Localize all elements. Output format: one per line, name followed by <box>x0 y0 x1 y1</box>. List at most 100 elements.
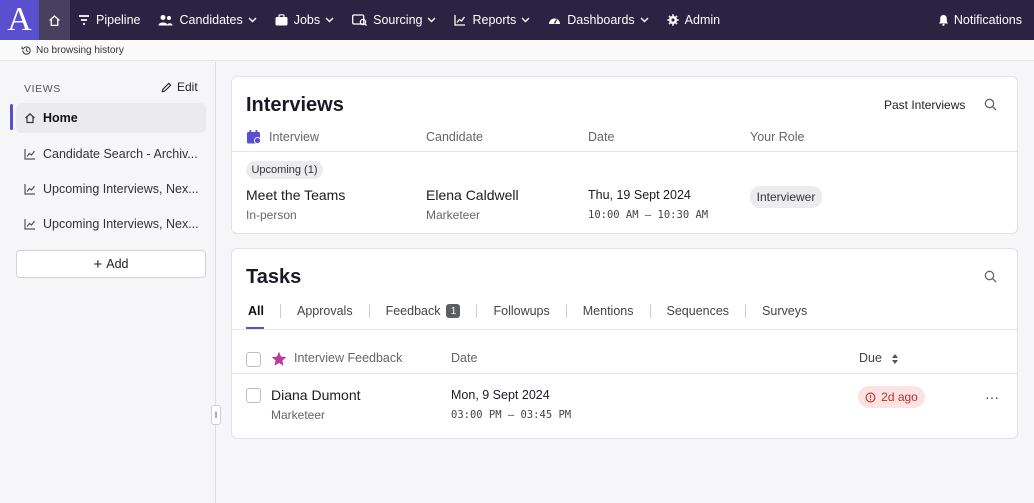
chevron-down-icon <box>325 17 334 23</box>
add-view-button[interactable]: + Add <box>16 250 206 278</box>
tab-label: All <box>248 304 264 318</box>
nav-pipeline[interactable]: Pipeline <box>78 0 140 40</box>
task-candidate-name[interactable]: Diana Dumont <box>271 387 361 403</box>
tab-label: Sequences <box>666 304 730 318</box>
sidebar-resize-handle[interactable]: ‖ <box>211 405 221 425</box>
logo[interactable]: A <box>0 0 39 40</box>
col-interview: Interview <box>269 130 320 144</box>
search-icon[interactable] <box>984 98 997 111</box>
interviews-title: Interviews <box>246 94 344 116</box>
candidate-name[interactable]: Elena Caldwell <box>426 187 519 203</box>
nav-reports[interactable]: Reports <box>454 0 530 40</box>
sidebar-item-candidate-search[interactable]: Candidate Search - Archiv... <box>16 139 206 169</box>
edit-label: Edit <box>177 80 198 94</box>
tab-followups[interactable]: Followups <box>493 304 549 318</box>
nav-label: Admin <box>684 13 721 27</box>
nav-label: Sourcing <box>373 13 423 27</box>
task-row-checkbox[interactable] <box>246 388 261 403</box>
logo-letter: A <box>7 1 32 38</box>
tasks-title: Tasks <box>246 266 302 288</box>
interview-date: Thu, 19 Sept 2024 <box>588 188 691 202</box>
interview-type: In-person <box>246 208 297 222</box>
feedback-count-badge: 1 <box>446 304 461 318</box>
search-icon[interactable] <box>984 270 997 283</box>
tab-approvals[interactable]: Approvals <box>297 304 353 318</box>
chart-icon <box>24 149 35 160</box>
calendar-icon <box>247 130 261 144</box>
task-candidate-role: Marketeer <box>271 408 326 422</box>
sidebar-item-label: Candidate Search - Archiv... <box>43 147 198 161</box>
tab-label: Surveys <box>762 304 808 318</box>
sidebar-item-upcoming-interviews[interactable]: Upcoming Interviews, Nex... <box>16 174 206 204</box>
col-task: Interview Feedback <box>294 351 403 365</box>
clock-alert-icon <box>865 392 876 402</box>
chevron-down-icon <box>427 17 436 23</box>
sidebar-item-label: Upcoming Interviews, Nex... <box>43 217 199 231</box>
interview-time: 10:00 AM — 10:30 AM <box>588 209 709 221</box>
divider <box>232 329 1017 330</box>
sidebar: VIEWS Edit Home Candidate Search - Archi… <box>0 62 216 503</box>
tasks-card: Tasks All Approvals Feedback 1 Followups … <box>231 248 1018 439</box>
plus-icon: + <box>93 255 103 273</box>
browsing-history-bar: No browsing history <box>0 40 1034 61</box>
chevron-down-icon <box>248 17 257 23</box>
col-date: Date <box>588 130 615 144</box>
sidebar-item-upcoming-interviews-2[interactable]: Upcoming Interviews, Nex... <box>16 209 206 239</box>
chart-icon <box>454 15 466 26</box>
tab-mentions[interactable]: Mentions <box>583 304 634 318</box>
divider <box>232 373 1017 374</box>
edit-views-button[interactable]: Edit <box>161 80 198 94</box>
tab-separator <box>279 304 281 318</box>
task-tabs: All Approvals Feedback 1 Followups Mentio… <box>248 304 807 318</box>
past-interviews-link[interactable]: Past Interviews <box>884 98 965 112</box>
due-label: 2d ago <box>881 390 918 404</box>
star-icon <box>271 351 287 366</box>
nav-jobs[interactable]: Jobs <box>275 0 334 40</box>
nav-sourcing[interactable]: Sourcing <box>352 0 436 40</box>
top-nav: A Pipeline Candidates Jobs Sourcing Repo… <box>0 0 1034 40</box>
tab-feedback[interactable]: Feedback 1 <box>386 304 461 318</box>
gauge-icon <box>549 18 561 24</box>
history-icon <box>21 45 31 55</box>
select-all-checkbox[interactable] <box>246 352 261 367</box>
tab-label: Mentions <box>582 304 634 318</box>
tab-separator <box>745 304 747 318</box>
col-due[interactable]: Due <box>859 351 882 365</box>
interview-name[interactable]: Meet the Teams <box>246 187 345 203</box>
history-label: No browsing history <box>36 44 124 56</box>
notifications-button[interactable]: Notifications <box>938 0 1022 40</box>
chevron-down-icon <box>640 17 649 23</box>
sort-icon[interactable] <box>891 353 899 365</box>
candidate-role: Marketeer <box>426 208 481 222</box>
views-heading: VIEWS <box>24 83 61 95</box>
active-indicator <box>10 104 13 130</box>
tab-sequences[interactable]: Sequences <box>667 304 730 318</box>
tab-separator <box>649 304 651 318</box>
divider <box>232 151 1017 152</box>
tab-surveys[interactable]: Surveys <box>762 304 807 318</box>
tab-label: Approvals <box>296 304 353 318</box>
filter-icon <box>79 15 89 25</box>
more-actions-button[interactable]: ··· <box>985 389 999 405</box>
sidebar-item-home[interactable]: Home <box>16 103 206 133</box>
task-time: 03:00 PM — 03:45 PM <box>451 409 572 421</box>
sourcing-icon <box>352 14 368 26</box>
overdue-badge: 2d ago <box>858 386 925 408</box>
tab-all[interactable]: All <box>248 304 264 318</box>
home-icon <box>25 113 35 124</box>
nav-candidates[interactable]: Candidates <box>158 0 257 40</box>
col-candidate: Candidate <box>426 130 483 144</box>
people-icon <box>158 15 173 26</box>
nav-dashboards[interactable]: Dashboards <box>548 0 649 40</box>
nav-admin[interactable]: Admin <box>666 0 721 40</box>
nav-label: Dashboards <box>567 13 635 27</box>
tab-label: Followups <box>493 304 550 318</box>
upcoming-group-label[interactable]: Upcoming (1) <box>246 161 323 179</box>
role-badge: Interviewer <box>750 186 822 208</box>
nav-label: Jobs <box>293 13 321 27</box>
home-button[interactable] <box>39 0 70 40</box>
sidebar-item-label: Upcoming Interviews, Nex... <box>43 182 199 196</box>
sidebar-item-label: Home <box>43 111 78 125</box>
nav-label: Pipeline <box>96 13 141 27</box>
briefcase-icon <box>275 14 288 26</box>
